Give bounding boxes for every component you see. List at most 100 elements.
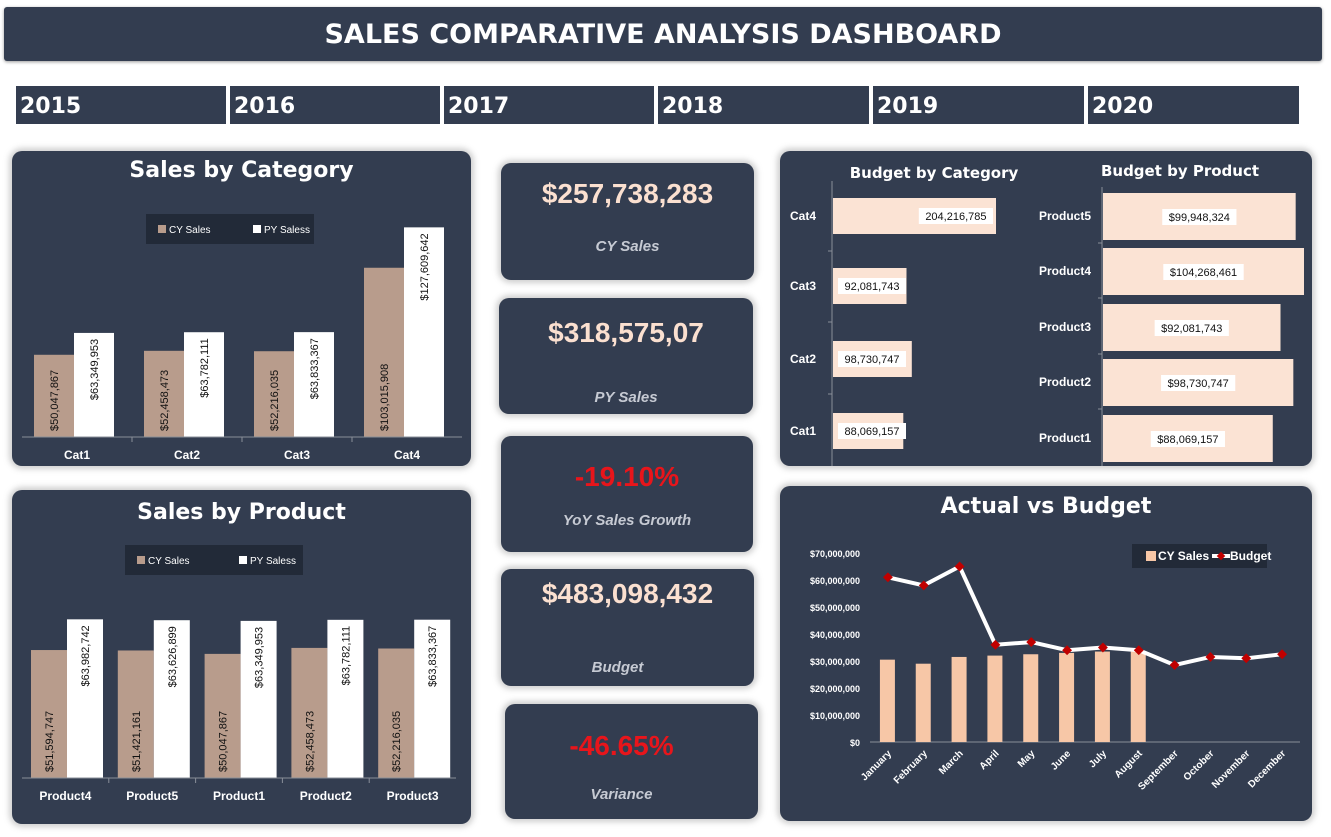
category-label: Cat1 — [790, 424, 816, 438]
year-filter-2016[interactable]: 2016 — [230, 86, 440, 124]
kpi-card-py-sales: $318,575,07 PY Sales — [499, 298, 753, 414]
y-tick-label: $50,000,000 — [810, 603, 860, 613]
data-label: $63,626,899 — [167, 626, 179, 687]
actual-bar — [915, 663, 931, 742]
month-label: February — [892, 748, 930, 786]
category-label: Product2 — [300, 789, 352, 803]
category-label: Cat3 — [790, 279, 816, 293]
data-label: $50,047,867 — [218, 711, 230, 772]
category-label: Cat3 — [284, 448, 310, 462]
legend-swatch — [239, 556, 247, 564]
actual-vs-budget-panel: Actual vs Budget $0 $10,000,000 $20,000,00… — [780, 486, 1312, 821]
legend-swatch — [137, 556, 145, 564]
kpi-value: $483,098,432 — [541, 578, 714, 609]
month-label: November — [1210, 748, 1252, 790]
category-label: Product5 — [126, 789, 178, 803]
y-tick-label: $40,000,000 — [810, 630, 860, 640]
data-label: $63,782,111 — [199, 338, 211, 398]
data-label: $50,047,867 — [49, 370, 61, 431]
data-label: $88,069,157 — [1157, 434, 1218, 446]
actual-bar — [879, 659, 895, 742]
month-label: January — [859, 748, 894, 783]
sales-by-category-panel: Sales by Category CY Sales PY Saless $50,0… — [12, 151, 471, 466]
y-tick-label: $0 — [850, 738, 860, 748]
month-label: July — [1087, 748, 1109, 770]
legend-label: PY Saless — [250, 556, 296, 567]
data-label: $104,268,461 — [1170, 267, 1237, 279]
category-label: Product3 — [387, 789, 439, 803]
budget-marker — [1205, 652, 1216, 662]
category-label: Cat1 — [64, 448, 90, 462]
data-label: $63,349,953 — [89, 339, 101, 400]
kpi-card-cy-sales: $257,738,283 CY Sales — [501, 163, 754, 280]
kpi-value: $318,575,07 — [548, 317, 704, 348]
y-tick-label: $30,000,000 — [810, 657, 860, 667]
category-label: Product1 — [1039, 431, 1091, 445]
data-label: $127,609,642 — [419, 233, 431, 300]
data-label: 98,730,747 — [844, 354, 899, 366]
sales-by-product-panel: Sales by Product CY Sales PY Saless $51,59… — [12, 490, 471, 824]
data-label: $92,081,743 — [1161, 323, 1222, 335]
data-label: $103,015,908 — [379, 364, 391, 431]
category-label: Product4 — [1039, 264, 1091, 278]
data-label: $52,458,473 — [304, 711, 316, 772]
kpi-value: -46.65% — [569, 730, 674, 761]
data-label: $52,458,473 — [159, 370, 171, 431]
category-label: Cat2 — [790, 352, 816, 366]
category-label: Cat4 — [394, 448, 420, 462]
budget-charts: Cat4 204,216,785 Cat3 92,081,743 Cat2 98,730,… — [790, 181, 1304, 466]
month-label: October — [1182, 748, 1217, 783]
actual-bar — [1130, 651, 1146, 742]
data-label: $63,782,111 — [340, 626, 352, 686]
y-tick-label: $60,000,000 — [810, 576, 860, 586]
actual-bar — [1094, 651, 1110, 742]
year-filter-2015[interactable]: 2015 — [16, 86, 226, 124]
kpi-value: -19.10% — [574, 461, 680, 492]
data-label: $52,216,035 — [391, 711, 403, 772]
kpi-card-budget: $483,098,432 Budget — [501, 569, 754, 686]
actual-bar — [1059, 652, 1075, 742]
actual-bar — [987, 655, 1003, 742]
data-label: 204,216,785 — [925, 211, 986, 223]
sales-by-product-chart: CY Sales PY Saless $51,594,747 $63,982,742 P… — [22, 545, 456, 803]
legend-swatch — [253, 225, 261, 233]
kpi-label: PY Sales — [594, 389, 658, 406]
legend-label: CY Sales — [1158, 549, 1209, 563]
legend-label: PY Saless — [264, 225, 310, 236]
year-filter-2018[interactable]: 2018 — [658, 86, 869, 124]
month-label: December — [1246, 748, 1288, 790]
legend-swatch — [1146, 551, 1156, 561]
y-tick-label: $70,000,000 — [810, 549, 860, 559]
actual-bar — [951, 656, 967, 742]
kpi-value: $257,738,283 — [541, 178, 714, 209]
category-label: Cat4 — [790, 209, 816, 223]
category-label: Product1 — [213, 789, 265, 803]
budget-line — [887, 564, 1283, 668]
actual-bar — [1023, 654, 1039, 742]
y-tick-label: $20,000,000 — [810, 684, 860, 694]
actual-vs-budget-chart: $0 $10,000,000 $20,000,000 $30,000,000 $40,0… — [810, 544, 1300, 793]
data-label: $99,948,324 — [1169, 212, 1230, 224]
data-label: $51,594,747 — [44, 711, 56, 772]
data-label: $63,982,742 — [80, 625, 92, 686]
year-filter-2020[interactable]: 2020 — [1088, 86, 1299, 124]
kpi-card-yoy-growth: -19.10% YoY Sales Growth — [501, 436, 753, 552]
year-filter-2017[interactable]: 2017 — [444, 86, 654, 124]
month-label: April — [978, 748, 1002, 772]
data-label: 92,081,743 — [844, 281, 899, 293]
kpi-label: YoY Sales Growth — [562, 512, 692, 529]
data-label: $52,216,035 — [269, 370, 281, 431]
data-label: $63,833,367 — [427, 626, 439, 687]
budget-marker — [1026, 637, 1037, 648]
month-label: June — [1049, 748, 1074, 773]
y-tick-label: $10,000,000 — [810, 711, 860, 721]
category-label: Product4 — [39, 789, 91, 803]
sales-by-category-chart: CY Sales PY Saless $50,047,867 $63,349,953 C… — [22, 214, 462, 462]
category-label: Cat2 — [174, 448, 200, 462]
year-filter-2019[interactable]: 2019 — [873, 86, 1084, 124]
category-label: Product2 — [1039, 375, 1091, 389]
category-label: Product5 — [1039, 209, 1091, 223]
kpi-card-variance: -46.65% Variance — [505, 704, 758, 819]
category-label: Product3 — [1039, 320, 1091, 334]
budget-marker — [1277, 649, 1288, 660]
